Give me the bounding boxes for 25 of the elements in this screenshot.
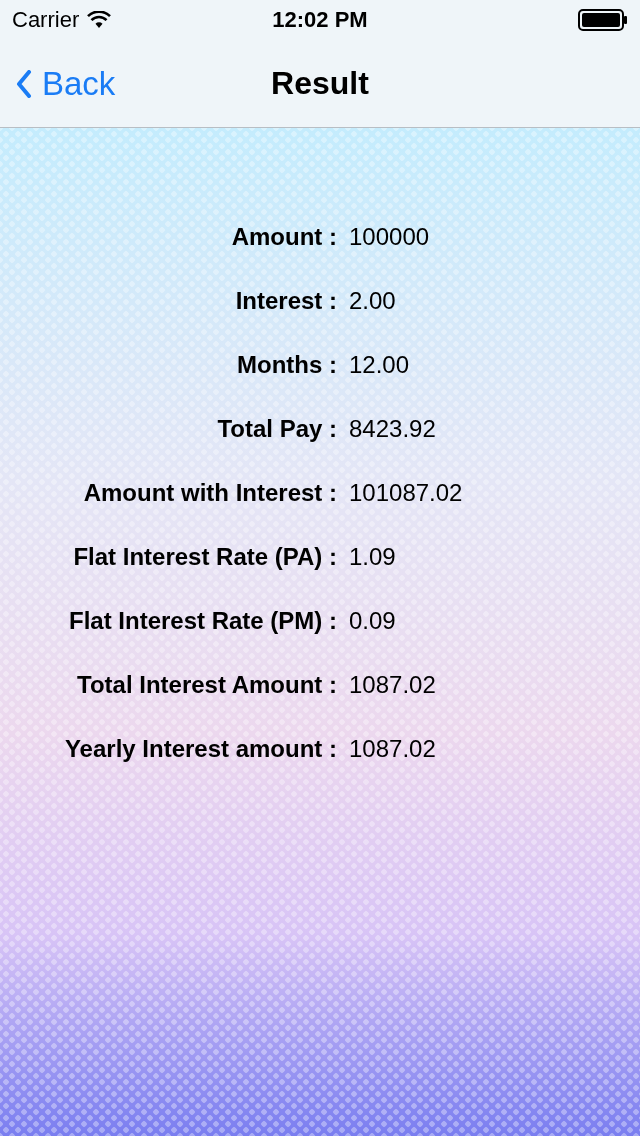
result-label: Amount with Interest : [82,479,337,507]
carrier-name: Carrier [12,7,80,33]
result-value: 8423.92 [349,415,437,443]
result-label: Months : [236,351,337,379]
wifi-icon [87,11,112,29]
result-value: 101087.02 [349,479,464,507]
result-value: 0.09 [349,607,397,635]
result-value: 12.00 [349,351,411,379]
result-value: 1087.02 [349,671,437,699]
battery-icon [578,9,628,31]
result-label: Flat Interest Rate (PM) : [67,607,337,635]
result-value: 1.09 [349,543,397,571]
status-time: 12:02 PM [272,7,368,33]
result-value: 100000 [349,223,431,251]
result-label: Flat Interest Rate (PA) : [72,543,337,571]
result-value: 1087.02 [349,735,437,763]
result-label: Total Interest Amount : [76,671,337,699]
result-value: 2.00 [349,287,397,315]
back-button[interactable]: Back [0,64,116,103]
result-label: Interest : [234,287,337,315]
result-label: Amount : [230,223,337,251]
result-label: Yearly Interest amount : [63,735,337,763]
chevron-icon [16,69,32,98]
result-label: Total Pay : [216,415,337,443]
screen-title: Result [271,65,369,102]
